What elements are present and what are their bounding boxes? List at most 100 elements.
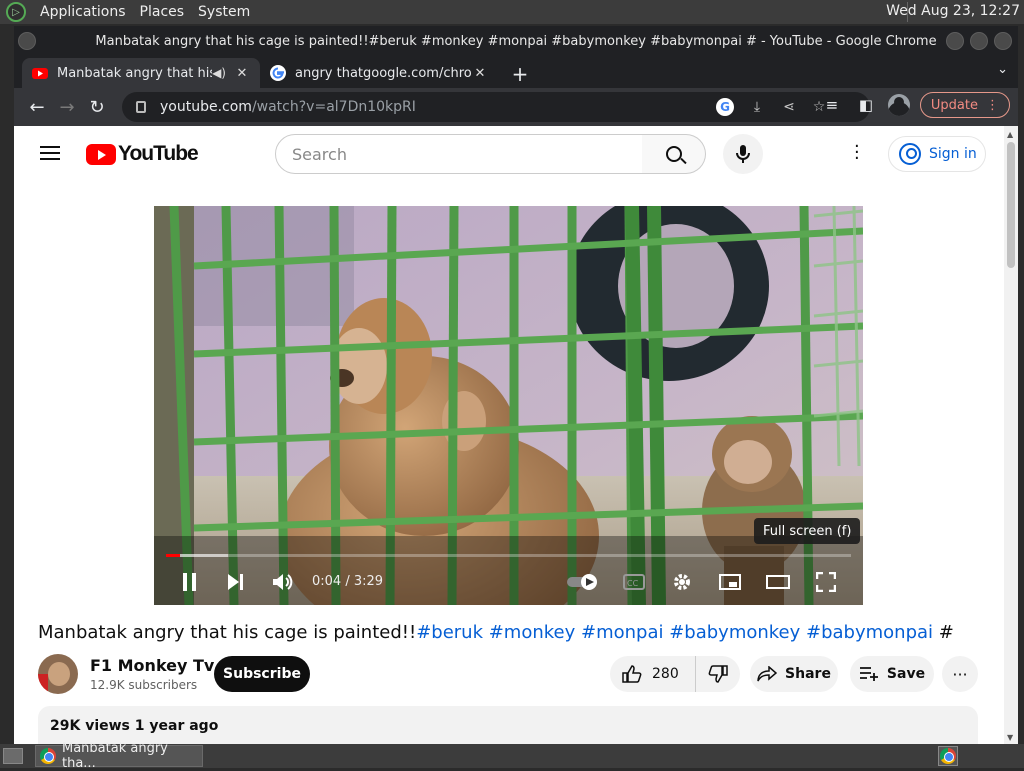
- tray-chrome-icon[interactable]: [938, 746, 958, 766]
- channel-name[interactable]: F1 Monkey Tv: [90, 656, 214, 675]
- side-panel-icon[interactable]: ◧: [854, 93, 878, 117]
- search-button[interactable]: [642, 134, 706, 174]
- thumbs-down-icon: [708, 665, 728, 683]
- google-lens-icon[interactable]: G: [716, 98, 734, 116]
- youtube-play-icon: [86, 143, 116, 165]
- tab-search-chevron-icon[interactable]: ⌄: [997, 62, 1008, 77]
- subscribe-button[interactable]: Subscribe: [214, 656, 310, 692]
- youtube-logo[interactable]: YouTube: [86, 142, 199, 166]
- address-bar[interactable]: youtube.com/watch?v=al7Dn10kpRI G ⤓ ⋖ ☆: [122, 92, 870, 122]
- os-logo-icon[interactable]: ▷: [6, 2, 26, 22]
- tab-title: angry thatgoogle.com/chrome: [295, 65, 472, 81]
- player-controls: 0:04 / 3:29 CC: [154, 562, 863, 602]
- update-label: Update: [930, 97, 978, 113]
- video-title-hashtags[interactable]: #beruk #monkey #monpai #babymonkey #baby…: [416, 622, 933, 643]
- lock-icon[interactable]: [136, 101, 146, 113]
- new-tab-button[interactable]: +: [506, 60, 534, 88]
- fullscreen-tooltip: Full screen (f): [754, 518, 861, 544]
- browser-toolbar: ← → ↻ youtube.com/watch?v=al7Dn10kpRI G …: [14, 88, 1018, 126]
- share-icon[interactable]: ⋖: [780, 98, 798, 116]
- video-title: Manbatak angry that his cage is painted!…: [38, 622, 954, 643]
- scrollbar-thumb[interactable]: [1007, 142, 1015, 268]
- speaker-icon[interactable]: ◀): [212, 66, 226, 80]
- channel-avatar[interactable]: [38, 654, 78, 694]
- scroll-up-icon[interactable]: ▲: [1007, 130, 1013, 139]
- video-player[interactable]: Full screen (f) 0:04 / 3:29 CC: [154, 206, 863, 605]
- progress-bar[interactable]: [166, 554, 851, 557]
- search-icon: [665, 146, 682, 162]
- share-label: Share: [785, 666, 831, 682]
- sign-in-button[interactable]: Sign in: [888, 136, 986, 172]
- description-box[interactable]: 29K views 1 year ago: [38, 706, 978, 744]
- settings-more-icon[interactable]: · · ·: [854, 138, 860, 168]
- captions-icon[interactable]: CC: [620, 568, 648, 596]
- chrome-window: Manbatak angry that his cage is painted!…: [14, 26, 1018, 744]
- views-and-date: 29K views 1 year ago: [50, 718, 219, 734]
- update-button[interactable]: Update ⋮: [919, 92, 1010, 118]
- settings-gear-icon[interactable]: [668, 568, 696, 596]
- window-titlebar[interactable]: Manbatak angry that his cage is painted!…: [14, 26, 1018, 56]
- profile-avatar-icon[interactable]: [887, 94, 910, 116]
- close-tab-icon[interactable]: ✕: [472, 66, 488, 81]
- subscriber-count: 12.9K subscribers: [90, 678, 198, 692]
- reload-button[interactable]: ↻: [82, 92, 112, 122]
- places-menu[interactable]: Places: [140, 4, 185, 20]
- taskbar-chrome-window[interactable]: Manbatak angry tha...: [35, 741, 203, 771]
- close-window-button[interactable]: [994, 32, 1012, 50]
- svg-text:CC: CC: [627, 579, 639, 588]
- applications-menu[interactable]: Applications: [40, 4, 126, 20]
- search-input[interactable]: Search: [275, 134, 643, 174]
- hamburger-menu-icon[interactable]: [40, 146, 60, 160]
- tab-google[interactable]: angry thatgoogle.com/chrome ✕: [260, 58, 498, 88]
- system-menu[interactable]: System: [198, 4, 250, 20]
- microphone-icon: [736, 145, 750, 163]
- minimize-button[interactable]: [946, 32, 964, 50]
- dislike-button[interactable]: [696, 665, 740, 683]
- media-controls-icon[interactable]: ≡: [820, 93, 844, 117]
- more-actions-button[interactable]: ···: [942, 656, 978, 692]
- volume-icon[interactable]: [269, 568, 297, 596]
- pause-icon[interactable]: [176, 568, 204, 596]
- tab-title: Manbatak angry that his c: [57, 65, 213, 81]
- window-title: Manbatak angry that his cage is painted!…: [95, 33, 937, 49]
- voice-search-button[interactable]: [723, 134, 763, 174]
- tab-youtube[interactable]: Manbatak angry that his c ◀) ✕: [22, 58, 260, 88]
- video-frame-image: [154, 206, 863, 605]
- more-vert-icon: ⋮: [986, 97, 999, 113]
- playlist-add-icon: [859, 667, 878, 681]
- autoplay-toggle-icon[interactable]: [566, 568, 602, 596]
- youtube-page: YouTube Search · · · Sign in Full screen…: [14, 126, 1004, 744]
- youtube-wordmark: YouTube: [118, 142, 199, 165]
- sign-in-label: Sign in: [929, 146, 977, 162]
- share-arrow-icon: [757, 666, 778, 682]
- video-title-text: Manbatak angry that his cage is painted!…: [38, 622, 417, 643]
- window-menu-button[interactable]: [18, 32, 36, 50]
- url-host: youtube.com: [160, 99, 252, 115]
- show-desktop-button[interactable]: [3, 748, 23, 764]
- maximize-button[interactable]: [970, 32, 988, 50]
- close-tab-icon[interactable]: ✕: [234, 66, 250, 81]
- clock[interactable]: Wed Aug 23, 12:27: [886, 3, 1020, 19]
- like-button[interactable]: 280: [610, 656, 696, 692]
- miniplayer-icon[interactable]: [716, 568, 744, 596]
- google-icon: [270, 65, 286, 81]
- youtube-icon: [32, 68, 48, 79]
- share-button[interactable]: Share: [750, 656, 838, 692]
- scroll-down-icon[interactable]: ▼: [1007, 733, 1013, 742]
- page-scrollbar[interactable]: ▲ ▼: [1004, 126, 1018, 744]
- save-button[interactable]: Save: [850, 656, 934, 692]
- forward-button[interactable]: →: [52, 92, 82, 122]
- install-app-icon[interactable]: ⤓: [748, 98, 766, 116]
- taskbar-item-label: Manbatak angry tha...: [62, 741, 168, 771]
- next-video-icon[interactable]: [222, 568, 250, 596]
- os-top-panel: ▷ Applications Places System Wed Aug 23,…: [0, 0, 1024, 24]
- fullscreen-icon[interactable]: [812, 568, 840, 596]
- chrome-icon: [40, 748, 56, 764]
- account-icon: [899, 143, 921, 165]
- like-count: 280: [652, 666, 679, 682]
- back-button[interactable]: ←: [22, 92, 52, 122]
- theater-mode-icon[interactable]: [764, 568, 792, 596]
- video-title-tail: #: [933, 622, 954, 643]
- like-dislike-group: 280: [610, 656, 740, 692]
- thumbs-up-icon: [622, 665, 642, 683]
